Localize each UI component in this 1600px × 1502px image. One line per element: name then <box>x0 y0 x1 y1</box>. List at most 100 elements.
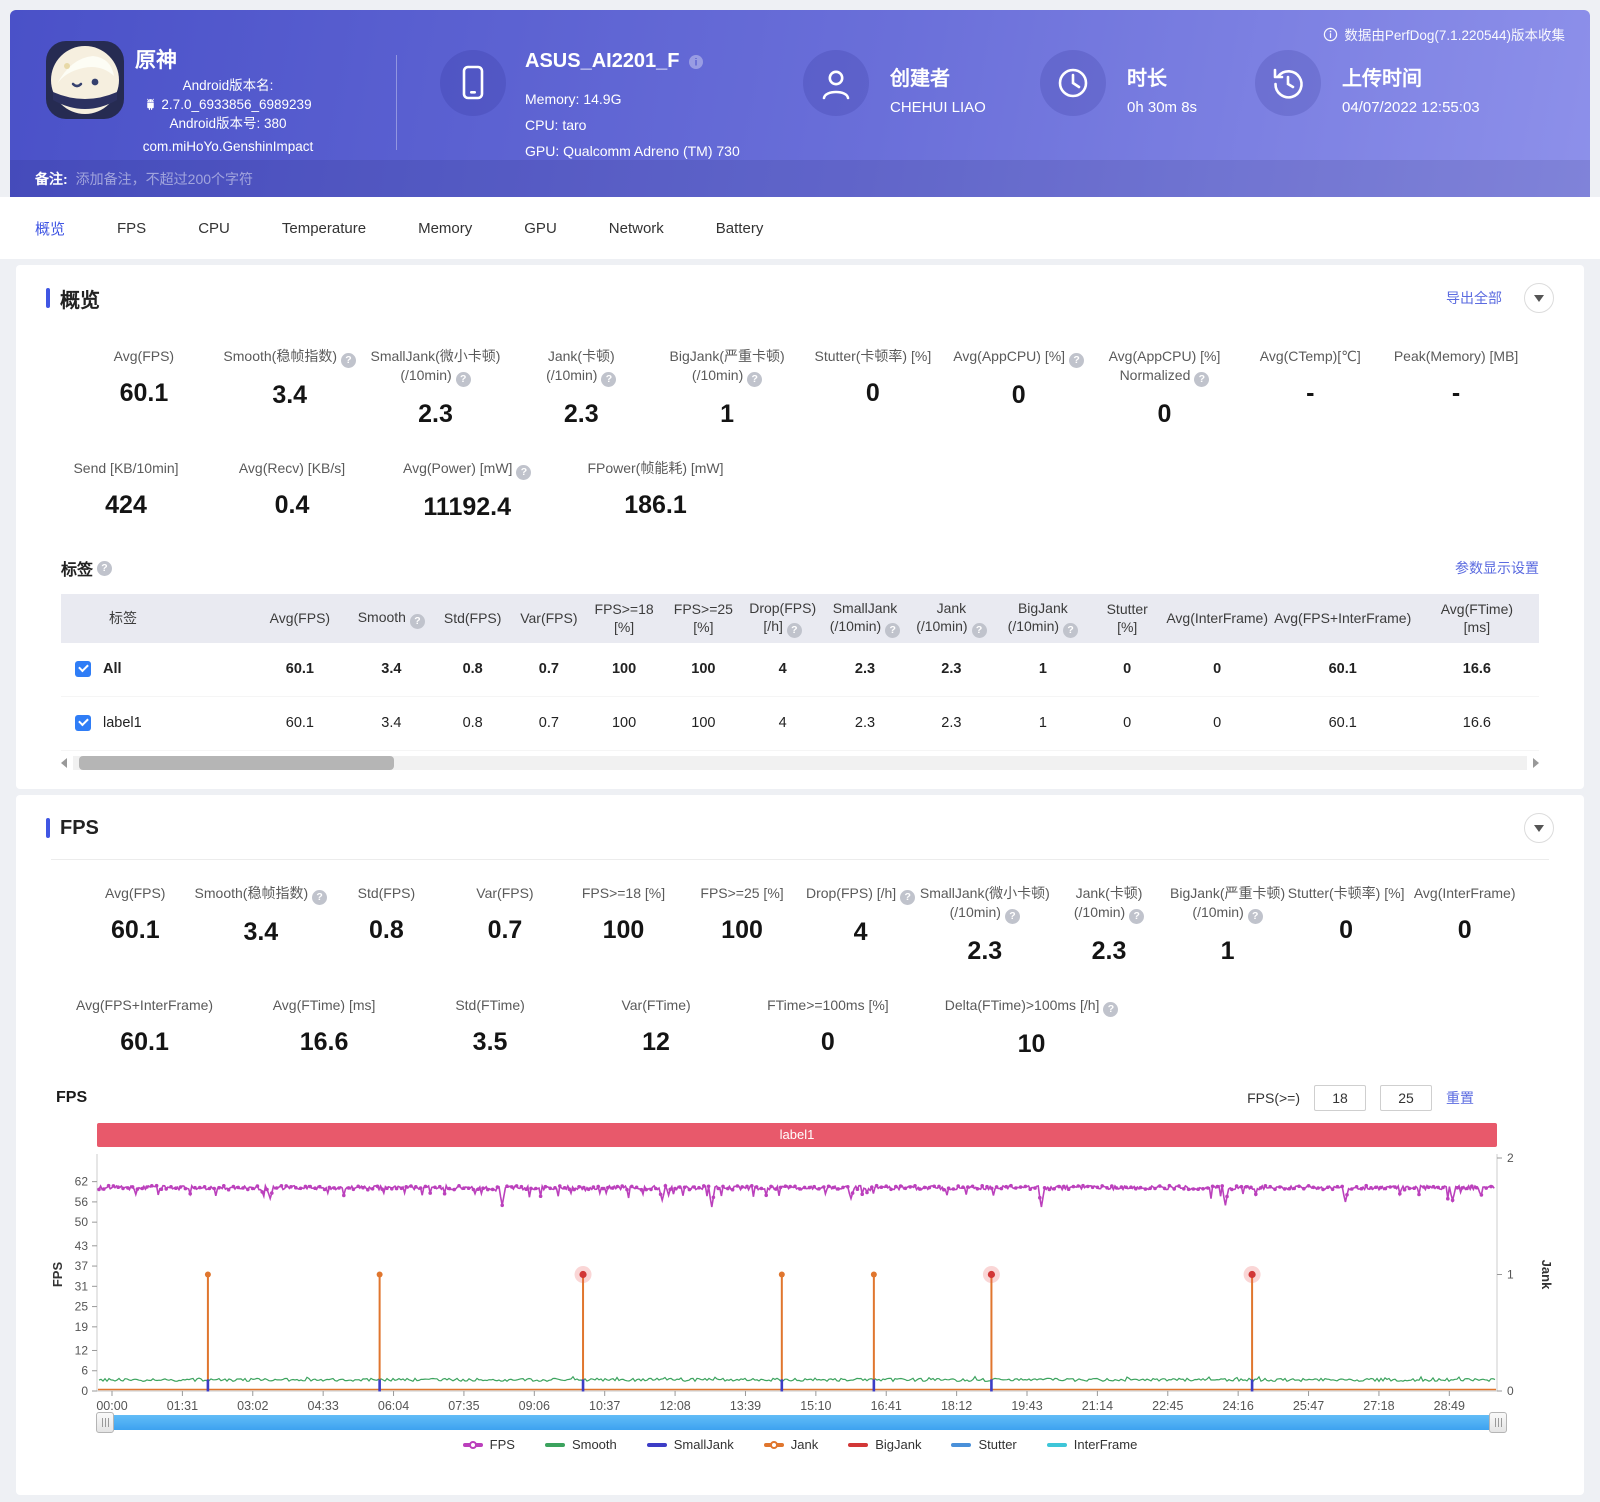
cell-value: 4 <box>743 655 822 683</box>
row-checkbox[interactable] <box>75 715 91 731</box>
overview-card: 概览 导出全部 Avg(FPS)60.1Smooth(稳帧指数)?3.4Smal… <box>16 265 1584 789</box>
metric-value: 16.6 <box>269 1028 379 1057</box>
info-icon[interactable]: i <box>688 54 704 70</box>
legend-item-interframe[interactable]: InterFrame <box>1047 1437 1138 1452</box>
reset-link[interactable]: 重置 <box>1446 1088 1474 1108</box>
tab-gpu[interactable]: GPU <box>524 220 557 237</box>
metric-bigjank: BigJank(严重卡顿)(/10min)?1 <box>654 347 800 429</box>
info-icon[interactable]: ? <box>456 372 471 387</box>
svg-text:24:16: 24:16 <box>1223 1399 1254 1413</box>
scrollbar-track[interactable] <box>73 756 1527 770</box>
svg-text:6: 6 <box>81 1364 88 1378</box>
metric-stutter: Stutter(卡顿率) [%]0 <box>800 347 946 429</box>
svg-text:00:00: 00:00 <box>96 1399 127 1413</box>
legend-label: Jank <box>791 1437 818 1452</box>
svg-text:12:08: 12:08 <box>659 1399 690 1413</box>
device-icon-circle <box>440 50 506 116</box>
chart-range-slider[interactable] <box>97 1415 1506 1430</box>
label1-banner: label1 <box>97 1123 1497 1147</box>
info-icon[interactable]: ? <box>410 614 425 629</box>
tab-battery[interactable]: Battery <box>716 220 764 237</box>
info-icon[interactable]: ? <box>1129 909 1144 924</box>
metric-label: Avg(Power) [mW]? <box>403 459 531 480</box>
svg-text:0: 0 <box>81 1384 88 1398</box>
table-row-label1: label160.13.40.80.710010042.32.310060.11… <box>61 697 1539 751</box>
creator-label: 创建者 <box>890 62 950 91</box>
row-checkbox[interactable] <box>75 661 91 677</box>
info-icon[interactable]: ? <box>787 623 802 638</box>
metric-value: 2.3 <box>920 937 1050 966</box>
info-icon[interactable]: ? <box>1005 909 1020 924</box>
fps-threshold-high-input[interactable] <box>1380 1085 1432 1111</box>
legend-item-smooth[interactable]: Smooth <box>545 1437 617 1452</box>
metric-std-fps: Std(FPS)0.8 <box>327 884 446 966</box>
metric-label: Var(FPS) <box>446 884 565 903</box>
metric-label: (/10min)? <box>654 366 800 387</box>
tags-label: 标签 <box>61 556 93 580</box>
tab-network[interactable]: Network <box>609 220 664 237</box>
overview-title: 概览 <box>60 284 100 313</box>
range-handle-right[interactable] <box>1489 1412 1507 1433</box>
scroll-right-arrow-icon[interactable] <box>1533 758 1539 768</box>
scroll-left-arrow-icon[interactable] <box>61 758 67 768</box>
svg-text:0: 0 <box>1507 1384 1514 1398</box>
svg-text:2: 2 <box>1507 1151 1514 1165</box>
info-icon[interactable]: ? <box>601 372 616 387</box>
info-icon[interactable]: ? <box>972 623 987 638</box>
metric-value: 2.3 <box>363 400 509 429</box>
legend-item-stutter[interactable]: Stutter <box>951 1437 1016 1452</box>
info-icon[interactable]: ? <box>97 561 112 576</box>
divider <box>51 859 1549 860</box>
scrollbar-thumb[interactable] <box>79 756 394 770</box>
info-icon[interactable]: ? <box>900 890 915 905</box>
column-header-avg-interframe: Avg(InterFrame) <box>1164 604 1271 632</box>
legend-item-bigjank[interactable]: BigJank <box>848 1437 921 1452</box>
fps-title: FPS <box>60 817 99 840</box>
cell-value: 4 <box>743 709 822 737</box>
metric-avg-interframe: Avg(InterFrame)0 <box>1405 884 1524 966</box>
column-header-fps-18: FPS>=18[%] <box>584 595 663 641</box>
metric-value: 0 <box>946 381 1092 410</box>
fps-threshold-low-input[interactable] <box>1314 1085 1366 1111</box>
tab-fps[interactable]: FPS <box>117 220 146 237</box>
export-all-link[interactable]: 导出全部 <box>1446 288 1502 308</box>
collect-info: 数据由PerfDog(7.1.220544)版本收集 <box>1323 24 1565 44</box>
info-icon[interactable]: ? <box>1194 372 1209 387</box>
fps-chart[interactable]: 06121925313743505662FPS012Jank00:0001:31… <box>46 1147 1586 1413</box>
metric-fps-18: FPS>=18 [%]100 <box>564 884 683 966</box>
range-handle-left[interactable] <box>96 1412 114 1433</box>
cell-value: 100 <box>584 655 663 683</box>
app-version-block: Android版本名: 2.7.0_6933856_6989239 Androi… <box>128 76 328 133</box>
app-icon <box>45 40 125 120</box>
metric-avg-ctemp: Avg(CTemp)[℃]- <box>1237 347 1383 429</box>
info-icon[interactable]: ? <box>312 890 327 905</box>
param-display-settings-link[interactable]: 参数显示设置 <box>1455 558 1539 578</box>
svg-text:37: 37 <box>75 1259 89 1273</box>
legend-item-jank[interactable]: Jank <box>764 1437 818 1452</box>
collapse-fps-button[interactable] <box>1524 813 1554 843</box>
svg-text:21:14: 21:14 <box>1082 1399 1113 1413</box>
info-icon[interactable]: ? <box>1248 909 1263 924</box>
info-icon[interactable]: ? <box>1103 1002 1118 1017</box>
legend-mark-icon <box>463 1443 483 1447</box>
tab-item[interactable]: 概览 <box>35 218 65 239</box>
legend-item-smalljank[interactable]: SmallJank <box>647 1437 734 1452</box>
info-icon[interactable]: ? <box>341 353 356 368</box>
info-icon[interactable]: ? <box>1063 623 1078 638</box>
upload-value: 04/07/2022 12:55:03 <box>1342 99 1480 116</box>
tab-temperature[interactable]: Temperature <box>282 220 366 237</box>
info-icon[interactable]: ? <box>1069 353 1084 368</box>
tab-cpu[interactable]: CPU <box>198 220 230 237</box>
tab-memory[interactable]: Memory <box>418 220 472 237</box>
metric-drop-fps-h: Drop(FPS) [/h]?4 <box>801 884 920 966</box>
metric-avg-appcpu: Avg(AppCPU) [%]?0 <box>946 347 1092 429</box>
cell-value: 0.8 <box>432 709 513 737</box>
info-icon[interactable]: ? <box>747 372 762 387</box>
info-icon[interactable]: ? <box>885 623 900 638</box>
metric-smooth: Smooth(稳帧指数)?3.4 <box>217 347 363 429</box>
info-icon[interactable]: ? <box>516 465 531 480</box>
collapse-overview-button[interactable] <box>1524 283 1554 313</box>
remark-input[interactable]: 添加备注，不超过200个字符 <box>76 169 253 189</box>
legend-item-fps[interactable]: FPS <box>463 1437 515 1452</box>
legend-mark-icon <box>764 1443 784 1447</box>
